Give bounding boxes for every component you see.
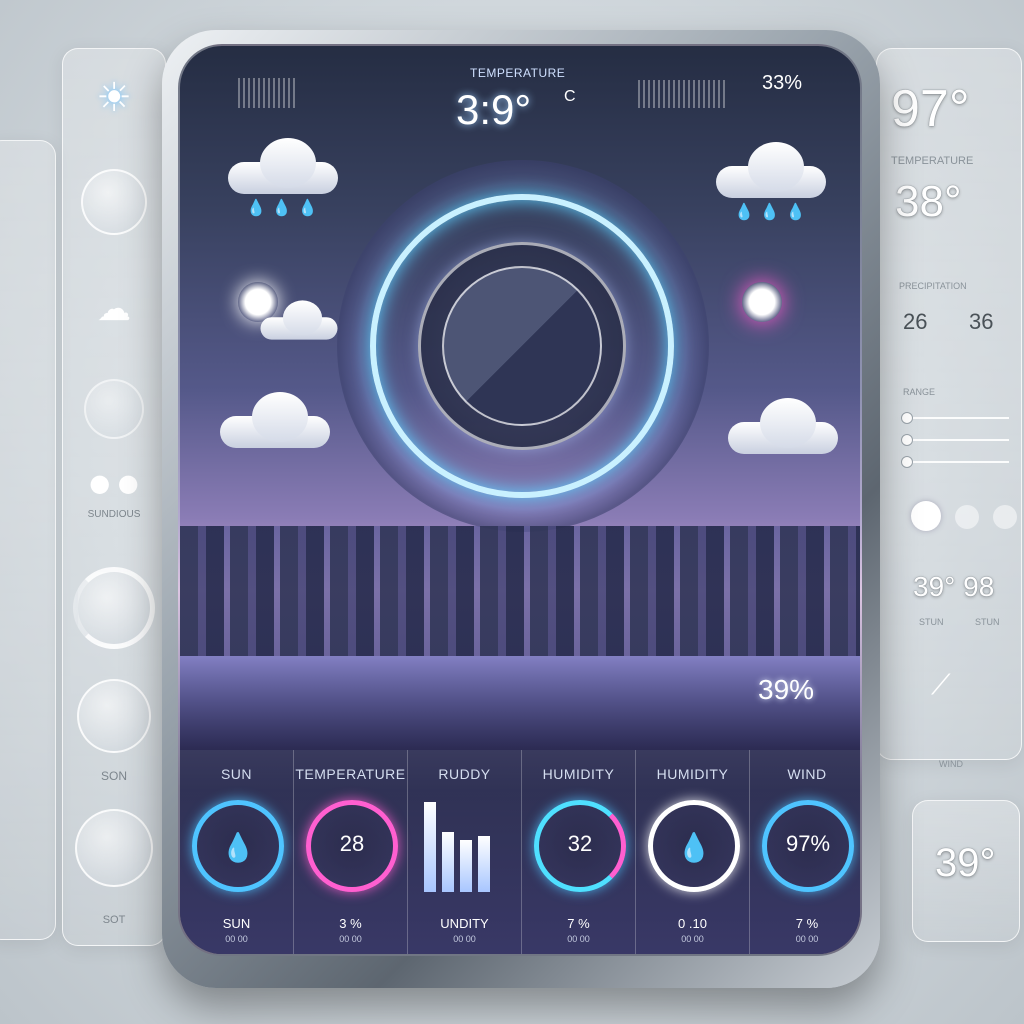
raindrop-icon: 💧💧💧	[246, 198, 324, 217]
stat-sub: 0 .10	[678, 916, 707, 931]
slider-3[interactable]	[901, 456, 1009, 468]
right-temp-card[interactable]: 39°	[912, 800, 1020, 942]
weather-dial[interactable]	[442, 266, 602, 426]
wind-icon[interactable]	[75, 809, 153, 887]
toggle-dot-3[interactable]	[993, 505, 1017, 529]
header-temp: 3:9°	[456, 86, 532, 133]
header-label: TEMPERATURE	[470, 66, 566, 80]
slider-2[interactable]	[901, 434, 1009, 446]
bar-graph-icon	[424, 802, 504, 892]
wind-label: WIND	[939, 759, 963, 769]
wind-graph-icon: ⟋	[931, 669, 951, 700]
small-label: PRECIPITATION	[899, 281, 967, 291]
storm-icon[interactable]	[84, 379, 144, 439]
drops-icon: ● ●	[89, 469, 139, 497]
stat-value: 32	[567, 831, 593, 856]
range-label: RANGE	[903, 387, 936, 397]
temperature-label: TEMPERATURE	[891, 155, 974, 167]
cloud-icon[interactable]: ☁	[63, 289, 165, 329]
stat-humidity-2[interactable]: HUMIDITY 💧 0 .10 00 00	[636, 750, 750, 954]
stat-temperature[interactable]: TEMPERATURE 28 3 % 00 00	[294, 750, 408, 954]
pair-label-b: STUN	[975, 617, 1000, 627]
left-sidebar: ☀ ☁ ● ● SUNDIOUS SON SOT	[62, 48, 166, 946]
cloud-rain-icon	[716, 142, 826, 198]
raindrop-icon: 💧💧💧	[734, 202, 812, 221]
card-temp: 39°	[935, 841, 996, 885]
stat-label: HUMIDITY	[542, 766, 615, 782]
stat-sub: SUN	[222, 916, 251, 931]
stat-label: WIND	[787, 766, 827, 782]
stat-gauge: 28	[306, 800, 398, 892]
stat-label: SUN	[220, 766, 253, 782]
sun-icon[interactable]: ☀	[63, 75, 165, 121]
stat-value: 97%	[785, 831, 831, 856]
stat-gauge: 💧	[192, 800, 284, 892]
stat-sub2: 00 00	[795, 934, 819, 944]
far-left-panel	[0, 140, 56, 940]
snow-icon[interactable]	[77, 679, 151, 753]
cloud-rain-icon	[220, 392, 330, 448]
stat-gauge: 97%	[762, 800, 854, 892]
stat-gauge: 32	[534, 800, 626, 892]
header-unit: C	[564, 88, 576, 105]
slider-2-thumb[interactable]	[901, 434, 913, 446]
right-info-panel: 97° TEMPERATURE 38° PRECIPITATION 26 36 …	[876, 48, 1022, 769]
stat-humidity[interactable]: HUMIDITY 32 7 % 00 00	[522, 750, 636, 954]
sun-icon	[742, 282, 782, 322]
stat-sun[interactable]: SUN 💧 SUN 00 00	[180, 750, 294, 954]
stat-sub: 7 %	[567, 916, 590, 931]
partly-cloudy-icon	[260, 300, 338, 340]
toggle-dot-2[interactable]	[955, 505, 979, 529]
cloud-rain-icon	[228, 138, 338, 194]
pair-label-a: STUN	[919, 617, 944, 627]
header-percent: 33%	[762, 72, 803, 94]
stat-a: 26	[903, 309, 928, 334]
pair-value: 39° 98	[913, 571, 995, 602]
header-bars-right	[638, 80, 728, 108]
stat-wind[interactable]: WIND 97% 7 % 00 00	[750, 750, 860, 954]
stat-ruddy[interactable]: RUDDY UNDITY 00 00	[408, 750, 522, 954]
city-skyline	[180, 526, 860, 656]
side-label-son: SON	[100, 769, 127, 783]
stat-sub2: 00 00	[453, 934, 476, 944]
slider-3-thumb[interactable]	[901, 456, 913, 468]
settings-icon[interactable]	[81, 169, 147, 235]
cloud-rain-icon	[728, 398, 838, 454]
stat-sub2: 00 00	[681, 934, 704, 944]
stat-value: 28	[339, 831, 365, 856]
weather-screen: TEMPERATURE 3:9° C 33% 💧💧💧 💧💧💧 39% SUN 💧…	[178, 44, 862, 956]
temp-top: 97°	[891, 80, 970, 138]
stat-label: RUDDY	[438, 766, 491, 782]
header-bars-left	[238, 78, 298, 108]
stat-sub: 7 %	[795, 916, 819, 931]
stat-gauge: 💧	[648, 800, 740, 892]
city-readout: 39%	[758, 674, 815, 705]
stat-sub2: 00 00	[339, 934, 362, 944]
stat-sub: UNDITY	[440, 916, 489, 931]
stat-sub: 3 %	[339, 916, 362, 931]
stat-sub2: 00 00	[225, 934, 248, 944]
slider-1[interactable]	[901, 412, 1009, 424]
stat-label: HUMIDITY	[656, 766, 729, 782]
progress-ring-icon[interactable]	[73, 567, 155, 649]
slider-1-thumb[interactable]	[901, 412, 913, 424]
toggle-dot-1[interactable]	[911, 501, 941, 531]
raindrop-icon: 💧	[676, 832, 712, 863]
temp-main: 38°	[895, 177, 962, 226]
stat-sub2: 00 00	[567, 934, 590, 944]
stat-label: TEMPERATURE	[295, 766, 406, 782]
side-label-sot: SOT	[102, 914, 126, 926]
stat-b: 36	[969, 309, 994, 334]
sidebar-caption: SUNDIOUS	[87, 509, 141, 520]
raindrop-icon: 💧	[220, 832, 256, 863]
